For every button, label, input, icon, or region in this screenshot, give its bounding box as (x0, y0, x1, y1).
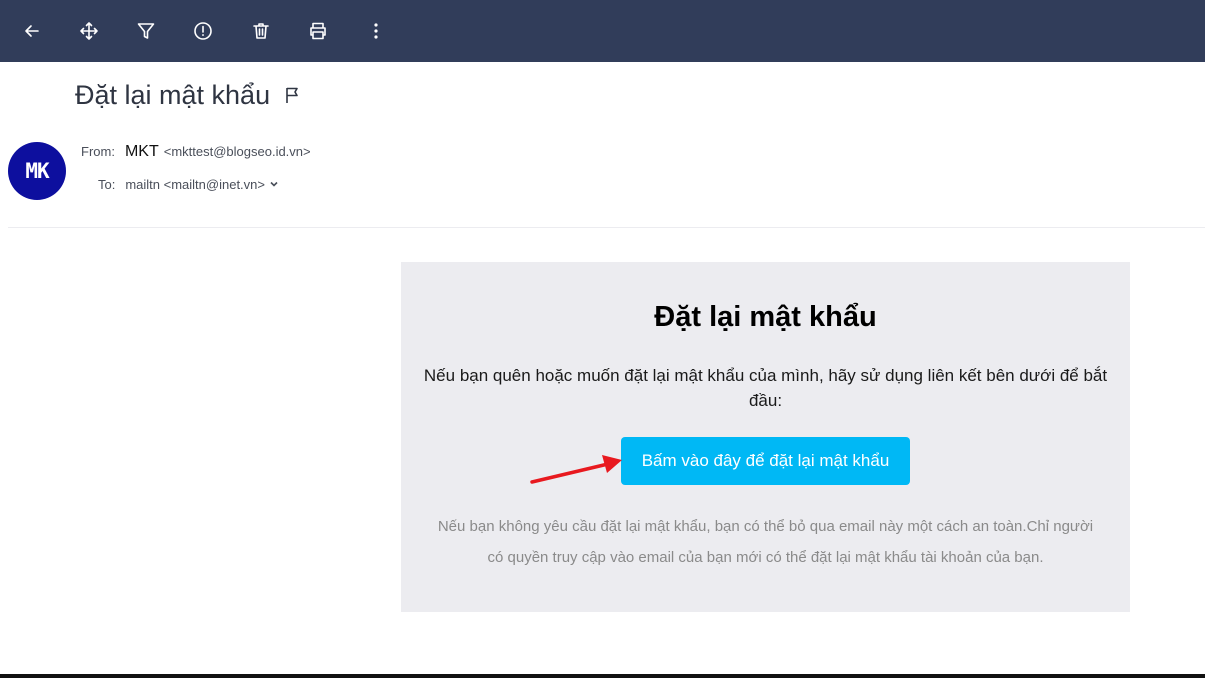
to-row: To: mailtn <mailtn@inet.vn> (98, 176, 279, 192)
back-arrow-icon (25, 25, 39, 37)
sender-avatar: MK (8, 142, 66, 200)
delete-button[interactable] (246, 16, 276, 46)
from-row: From: MKT <mkttest@blogseo.id.vn> (81, 143, 311, 161)
sender-name[interactable]: MKT (125, 143, 159, 161)
move-icon (80, 22, 98, 40)
spam-button[interactable] (188, 16, 218, 46)
header-divider (8, 227, 1205, 228)
more-vertical-icon (374, 23, 378, 39)
move-button[interactable] (74, 16, 104, 46)
flag-icon (286, 87, 298, 103)
annotation-arrow-icon (530, 455, 622, 484)
print-button[interactable] (303, 16, 333, 46)
print-icon (310, 22, 326, 40)
trash-icon (253, 23, 269, 39)
filter-icon (137, 23, 155, 39)
message-toolbar (0, 0, 1205, 62)
spam-icon (194, 22, 212, 40)
sender-email[interactable]: <mkttest@blogseo.id.vn> (164, 144, 311, 159)
from-label: From: (81, 144, 115, 159)
body-note: Nếu bạn không yêu cầu đặt lại mật khẩu, … (437, 518, 1094, 566)
back-button[interactable] (17, 16, 47, 46)
filter-button[interactable] (131, 16, 161, 46)
to-label: To: (98, 177, 116, 192)
bottom-border (0, 674, 1205, 678)
recipient[interactable]: mailtn <mailtn@inet.vn> (125, 177, 265, 192)
body-title: Đặt lại mật khẩu (654, 301, 877, 333)
more-button[interactable] (361, 16, 391, 46)
flag-button[interactable] (284, 86, 304, 106)
chevron-down-icon (270, 181, 278, 187)
recipients-expand-button[interactable] (269, 176, 279, 187)
email-body-card: Đặt lại mật khẩu Nếu bạn quên hoặc muốn … (401, 262, 1130, 612)
body-description: Nếu bạn quên hoặc muốn đặt lại mật khẩu … (423, 366, 1108, 410)
email-subject: Đặt lại mật khẩu (75, 80, 304, 111)
reset-password-button[interactable]: Bấm vào đây để đặt lại mật khẩu (621, 437, 910, 485)
subject-text: Đặt lại mật khẩu (75, 80, 271, 110)
